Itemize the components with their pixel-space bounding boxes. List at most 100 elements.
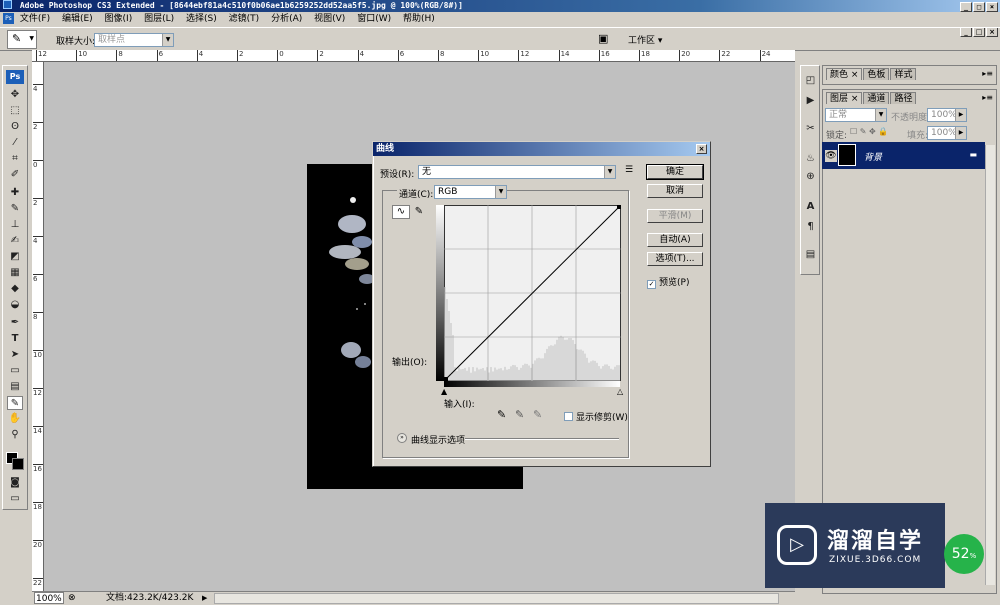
eyedropper-tool-icon[interactable]: ✎ xyxy=(7,396,23,410)
document-icon[interactable]: Ps xyxy=(3,13,14,24)
tab-swatches[interactable]: 色板 xyxy=(863,68,890,80)
ruler-tick-label: 6 xyxy=(397,50,404,61)
lock-icons[interactable]: ☐ ✎ ✥ 🔒 xyxy=(850,127,888,136)
layer-row-background[interactable]: 👁 背景 ▬ xyxy=(822,142,985,169)
info-icon[interactable]: ▤ xyxy=(804,248,817,261)
curve-point-mode-button[interactable]: ∿ xyxy=(392,205,410,219)
sample-size-select[interactable]: 取样点 ▼ xyxy=(94,33,174,47)
auto-button[interactable]: 自动(A) xyxy=(647,233,703,247)
curve-graph[interactable] xyxy=(444,205,621,381)
brush-tool-icon[interactable]: ✎ xyxy=(7,202,23,216)
black-eyedropper-icon[interactable]: ✎ xyxy=(497,408,506,421)
menu-filter[interactable]: 滤镜(T) xyxy=(229,14,260,24)
tools-presets-icon[interactable]: ✂ xyxy=(804,122,817,135)
curve-point-white[interactable] xyxy=(617,205,621,209)
character-icon[interactable]: A xyxy=(804,200,817,213)
eraser-tool-icon[interactable]: ◩ xyxy=(7,250,23,264)
expand-options-icon[interactable]: » xyxy=(397,433,407,443)
quick-mask-icon[interactable]: ◙ xyxy=(7,476,23,490)
lasso-tool-icon[interactable]: ʘ xyxy=(7,120,23,134)
tab-paths[interactable]: 路径 xyxy=(890,92,917,104)
slice-tool-icon[interactable]: ✐ xyxy=(7,168,23,182)
hand-tool-icon[interactable]: ✋ xyxy=(7,412,23,426)
pen-tool-icon[interactable]: ✒ xyxy=(7,316,23,330)
blend-mode-select[interactable]: 正常 ▼ xyxy=(825,108,887,122)
healing-brush-tool-icon[interactable]: ✚ xyxy=(7,186,23,200)
tab-channels[interactable]: 通道 xyxy=(863,92,890,104)
quick-select-tool-icon[interactable]: ⁄ xyxy=(7,136,23,150)
history-brush-tool-icon[interactable]: ✍ xyxy=(7,234,23,248)
status-menu-arrow-icon[interactable]: ▶ xyxy=(202,592,207,604)
zoom-field[interactable]: 100% xyxy=(34,592,64,604)
path-select-tool-icon[interactable]: ➤ xyxy=(7,348,23,362)
clone-source-icon[interactable]: ⊕ xyxy=(804,170,817,183)
workspace-menu[interactable]: 工作区 ▾ xyxy=(628,33,662,46)
tab-styles[interactable]: 样式 xyxy=(890,68,917,80)
shape-tool-icon[interactable]: ▭ xyxy=(7,364,23,378)
menu-help[interactable]: 帮助(H) xyxy=(403,14,435,24)
white-point-slider-icon[interactable]: △ xyxy=(617,387,623,396)
clone-stamp-tool-icon[interactable]: ⊥ xyxy=(7,218,23,232)
type-tool-icon[interactable]: T xyxy=(7,332,23,346)
white-eyedropper-icon[interactable]: ✎ xyxy=(533,408,542,421)
layers-menu-icon[interactable]: ▸≡ xyxy=(982,93,993,102)
zoom-tool-icon[interactable]: ⚲ xyxy=(7,428,23,442)
marquee-tool-icon[interactable]: ⬚ xyxy=(7,104,23,118)
tab-layers[interactable]: 图层 × xyxy=(826,92,863,104)
menu-image[interactable]: 图像(I) xyxy=(105,14,133,24)
menu-analysis[interactable]: 分析(A) xyxy=(271,14,302,24)
tool-preset-picker[interactable]: ✎ ▼ xyxy=(7,30,37,49)
toolbox: Ps ✥ ⬚ ʘ ⁄ ⌗ ✐ ✚ ✎ ⊥ ✍ ◩ ▦ ◆ ◒ ✒ T ➤ ▭ ▤… xyxy=(2,65,28,510)
curve-point-black[interactable] xyxy=(444,377,448,381)
percent-badge: 52% xyxy=(944,534,984,574)
gray-eyedropper-icon[interactable]: ✎ xyxy=(515,408,524,421)
preset-options-icon[interactable]: ☰ xyxy=(625,165,633,175)
move-tool-icon[interactable]: ✥ xyxy=(7,88,23,102)
output-label: 输出(O): xyxy=(392,358,428,368)
opacity-field[interactable]: 100% ▶ xyxy=(927,108,967,122)
pencil-draw-mode-icon[interactable]: ✎ xyxy=(412,205,426,219)
visibility-eye-icon[interactable]: 👁 xyxy=(825,150,837,162)
notes-tool-icon[interactable]: ▤ xyxy=(7,380,23,394)
menu-select[interactable]: 选择(S) xyxy=(186,14,217,24)
dialog-close-button[interactable]: × xyxy=(696,144,707,154)
menu-view[interactable]: 视图(V) xyxy=(314,14,345,24)
watermark-url: ZIXUE.3D66.COM xyxy=(829,555,922,565)
menu-edit[interactable]: 编辑(E) xyxy=(62,14,93,24)
navigator-icon[interactable]: ◰ xyxy=(804,74,817,87)
status-info-icon[interactable]: ⊗ xyxy=(68,592,76,604)
crop-tool-icon[interactable]: ⌗ xyxy=(7,152,23,166)
preview-checkbox[interactable]: ✓ 预览(P) xyxy=(647,275,689,289)
menu-file[interactable]: 文件(F) xyxy=(20,14,50,24)
fill-field[interactable]: 100% ▶ xyxy=(927,126,967,140)
tab-color[interactable]: 颜色 × xyxy=(826,68,863,80)
menu-layer[interactable]: 图层(L) xyxy=(144,14,174,24)
minimize-button[interactable]: _ xyxy=(960,2,972,12)
palette-well-icon[interactable]: ▣ xyxy=(598,32,616,46)
options-button[interactable]: 选项(T)... xyxy=(647,252,703,266)
paragraph-icon[interactable]: ¶ xyxy=(804,220,817,233)
close-button[interactable]: × xyxy=(986,2,998,12)
horizontal-scrollbar[interactable] xyxy=(214,593,779,604)
maximize-button[interactable]: □ xyxy=(973,2,985,12)
panel-menu-icon[interactable]: ▸≡ xyxy=(982,69,993,78)
curve-display-options-label[interactable]: 曲线显示选项 xyxy=(411,433,465,446)
brushes-icon[interactable]: ♨ xyxy=(804,152,817,165)
ok-button[interactable]: 确定 xyxy=(646,164,704,180)
show-clipping-checkbox[interactable]: 显示修剪(W) xyxy=(564,410,628,423)
background-color-swatch[interactable] xyxy=(12,458,24,470)
black-point-slider-icon[interactable]: ▲ xyxy=(441,387,447,396)
actions-icon[interactable]: ▶ xyxy=(804,94,817,107)
smooth-button[interactable]: 平滑(M) xyxy=(647,209,703,223)
dialog-title-bar[interactable]: 曲线 × xyxy=(373,142,710,156)
preset-select[interactable]: 无 ▼ xyxy=(418,165,616,179)
layers-scrollbar[interactable] xyxy=(985,145,995,585)
channel-select[interactable]: RGB ▼ xyxy=(434,185,507,199)
dodge-tool-icon[interactable]: ◒ xyxy=(7,298,23,312)
screen-mode-icon[interactable]: ▭ xyxy=(7,492,23,506)
gradient-tool-icon[interactable]: ▦ xyxy=(7,266,23,280)
blur-tool-icon[interactable]: ◆ xyxy=(7,282,23,296)
ruler-tick-label: 2 xyxy=(237,50,243,61)
menu-window[interactable]: 窗口(W) xyxy=(357,14,391,24)
cancel-button[interactable]: 取消 xyxy=(647,184,703,198)
